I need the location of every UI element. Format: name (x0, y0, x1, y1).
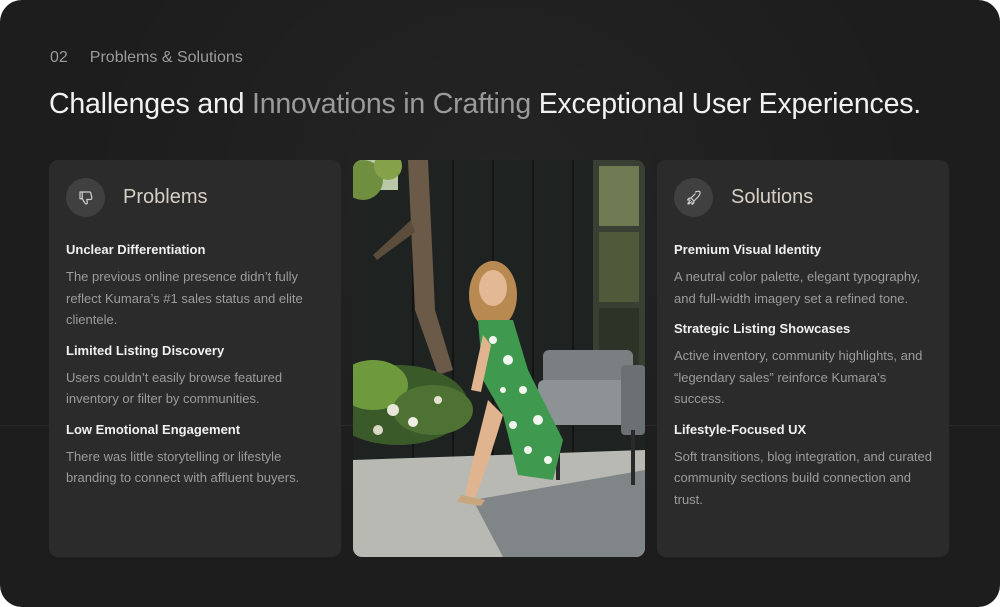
item-title: Limited Listing Discovery (66, 342, 225, 358)
solutions-title: Solutions (731, 186, 814, 208)
list-item: Strategic Listing Showcases Active inven… (674, 321, 936, 410)
solutions-card: Solutions Premium Visual Identity A neut… (657, 160, 949, 557)
list-item: Premium Visual Identity A neutral color … (674, 242, 936, 309)
problems-list: Unclear Differentiation The previous onl… (66, 242, 328, 501)
hero-photo (353, 160, 645, 557)
slide-frame: 02 Problems & Solutions Challenges and I… (0, 0, 1000, 607)
list-item: Limited Listing Discovery Users couldn’t… (66, 343, 328, 410)
item-text: Soft transitions, blog integration, and … (674, 448, 932, 507)
photo-illustration (353, 160, 645, 557)
item-title: Premium Visual Identity (674, 242, 822, 257)
title-part-1: Challenges and (49, 88, 252, 120)
list-item: Unclear Differentiation The previous onl… (66, 242, 328, 331)
section-number: 02 (50, 49, 68, 66)
item-title: Unclear Differentiation (66, 242, 206, 257)
item-title: Strategic Listing Showcases (674, 321, 851, 336)
thumbs-down-icon (66, 178, 105, 217)
page-title: Challenges and Innovations in Crafting E… (49, 88, 921, 121)
item-title: Low Emotional Engagement (66, 421, 241, 437)
section-eyebrow: 02 Problems & Solutions (50, 49, 243, 67)
problems-card: Problems Unclear Differentiation The pre… (49, 160, 341, 557)
item-title: Lifestyle-Focused UX (674, 421, 807, 437)
solutions-list: Premium Visual Identity A neutral color … (674, 242, 936, 522)
rocket-icon (674, 178, 713, 217)
item-text: There was little storytelling or lifesty… (66, 448, 300, 486)
problems-header: Problems (66, 178, 207, 217)
list-item: Lifestyle-Focused UX Soft transitions, b… (674, 422, 936, 511)
list-item: Low Emotional Engagement There was littl… (66, 422, 328, 489)
title-part-2: Innovations in Crafting (252, 88, 531, 120)
solutions-header: Solutions (674, 178, 813, 217)
item-text: Active inventory, community highlights, … (674, 348, 923, 406)
item-text: Users couldn’t easily browse featured in… (66, 369, 283, 407)
section-label: Problems & Solutions (89, 49, 243, 66)
item-text: A neutral color palette, elegant typogra… (674, 269, 921, 306)
title-part-3: Exceptional User Experiences. (530, 88, 922, 120)
problems-title: Problems (123, 186, 208, 208)
item-text: The previous online presence didn’t full… (66, 269, 303, 327)
